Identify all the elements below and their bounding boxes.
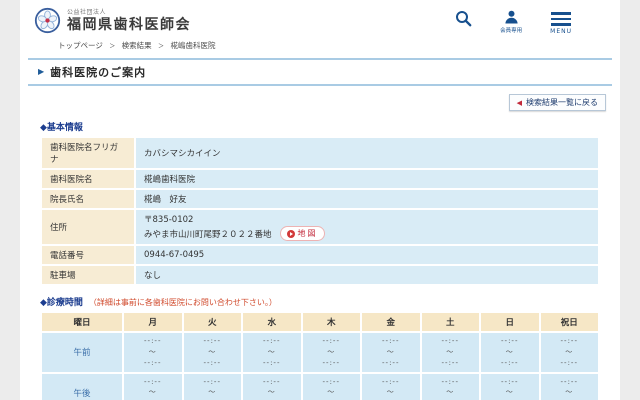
hours-time-cell: --:--～--:-- [124,373,182,400]
table-row: 歯科医院名フリガナ カバシマシカイイン [42,138,598,168]
hours-time-cell: --:--～--:-- [243,333,301,372]
hamburger-icon [551,10,572,26]
hours-time-cell: --:--～--:-- [540,373,598,400]
breadcrumb-separator: ＞ [109,42,116,50]
row-label: 歯科医院名 [42,170,134,188]
hours-heading-text: ◆診療時間 [40,298,83,308]
breadcrumb-current-page: 椛嶋歯科医院 [170,40,216,50]
table-row: 院長氏名 椛嶋 好友 [42,190,598,208]
site-logo[interactable] [34,7,61,34]
back-button-row: ◀ 検索結果一覧に戻る [20,86,620,111]
clinic-name-value: 椛嶋歯科医院 [136,170,598,188]
header-icons: 会員専用 MENU [455,7,572,35]
hours-header-row: 曜日月火水木金土日祝日 [42,313,598,331]
site-title: 福岡県歯科医師会 [67,17,191,33]
hours-row: 午後--:--～--:----:--～--:----:--～--:----:--… [42,373,598,400]
hours-table: 曜日月火水木金土日祝日 午前 --:-- ～ --:-- --:-- ～ --:-- --:--… [40,311,600,400]
row-label: 駐車場 [42,266,134,284]
hours-time-cell: --:--～--:-- [421,373,479,400]
page-title: 歯科医院のご案内 [50,65,147,79]
page-title-bar: ▶ 歯科医院のご案内 [28,57,612,86]
street-address: みやま市山川町尾野２０２２番地 [144,229,272,240]
member-area-label: 会員専用 [500,28,523,34]
breadcrumb: トップページ ＞ 検索結果 ＞ 椛嶋歯科医院 [58,40,620,51]
hours-time-cell: --:--～--:-- [421,333,479,372]
page-container: 公益社団法人 福岡県歯科医師会 会員専用 MENU トップページ ＞ 検索結果 … [20,0,620,400]
search-icon [456,11,472,27]
hours-time-cell: --:--～--:-- [243,373,301,400]
hours-time-cell: --:--～--:-- [302,333,360,372]
table-row: 駐車場 なし [42,266,598,284]
back-button-label: 検索結果一覧に戻る [526,98,598,107]
day-header: 金 [362,313,420,331]
table-row: 住所 〒835-0102 みやま市山川町尾野２０２２番地 地図 [42,210,598,244]
day-header: 日 [481,313,539,331]
main-content: ◆基本情報 歯科医院名フリガナ カバシマシカイイン 歯科医院名 椛嶋歯科医院 院… [20,120,620,400]
title-arrow-icon: ▶ [38,67,45,76]
phone-number-value: 0944-67-0495 [136,246,598,264]
map-link-button[interactable]: 地図 [279,226,325,241]
menu-button[interactable]: MENU [550,10,572,35]
person-icon [505,10,518,24]
day-header: 火 [183,313,241,331]
breadcrumb-separator: ＞ [158,42,165,50]
hours-row-label: 午後 [42,373,122,400]
hours-time-cell: --:--～--:-- [481,333,539,372]
map-marker-icon [286,229,295,238]
member-area-button[interactable]: 会員専用 [500,10,522,34]
day-header: 水 [243,313,301,331]
back-arrow-icon: ◀ [516,98,522,107]
parking-value: なし [136,266,598,284]
postal-code: 〒835-0102 [144,215,194,225]
site-header: 公益社団法人 福岡県歯科医師会 会員専用 MENU [20,0,620,35]
address-value: 〒835-0102 みやま市山川町尾野２０２２番地 地図 [136,210,598,244]
hours-note: （詳細は事前に各歯科医院にお問い合わせ下さい。） [88,298,277,307]
breadcrumb-home-link[interactable]: トップページ [58,41,103,50]
hours-time-cell: --:--～--:-- [183,333,241,372]
hours-row-label: 午前 [42,333,122,372]
hours-time-cell: --:--～--:-- [183,373,241,400]
hours-time-cell: --:--～--:-- [481,373,539,400]
brand-block: 公益社団法人 福岡県歯科医師会 [67,7,191,34]
hours-row: 午前 --:-- ～ --:-- --:-- ～ --:-- --:-- ～ --:-- --:--… [42,333,598,372]
hours-time-cell: --:--～--:-- [362,333,420,372]
row-label: 住所 [42,210,134,244]
row-label: 電話番号 [42,246,134,264]
breadcrumb-search-results-link[interactable]: 検索結果 [122,41,152,50]
day-column-header: 曜日 [42,313,122,331]
clinic-furigana-value: カバシマシカイイン [136,138,598,168]
menu-label: MENU [550,27,572,35]
hours-time-cell: --:--～--:-- [302,373,360,400]
row-label: 歯科医院名フリガナ [42,138,134,168]
day-header: 土 [421,313,479,331]
hours-time-cell: --:--～--:-- [540,333,598,372]
row-label: 院長氏名 [42,190,134,208]
table-row: 歯科医院名 椛嶋歯科医院 [42,170,598,188]
org-type-label: 公益社団法人 [67,9,107,16]
hours-time-cell: --:--～--:-- [362,373,420,400]
hours-time-cell: --:--～--:-- [124,333,182,372]
dental-association-logo-icon [34,7,61,34]
basic-info-table: 歯科医院名フリガナ カバシマシカイイン 歯科医院名 椛嶋歯科医院 院長氏名 椛嶋… [40,136,600,286]
table-row: 電話番号 0944-67-0495 [42,246,598,264]
back-to-results-button[interactable]: ◀ 検索結果一覧に戻る [508,94,606,111]
hours-heading: ◆診療時間 （詳細は事前に各歯科医院にお問い合わせ下さい。） [40,295,600,308]
day-header: 木 [302,313,360,331]
director-name-value: 椛嶋 好友 [136,190,598,208]
search-button[interactable] [455,10,472,27]
map-button-label: 地図 [297,229,318,238]
basic-info-heading: ◆基本情報 [40,123,83,133]
day-header: 祝日 [540,313,598,331]
day-header: 月 [124,313,182,331]
